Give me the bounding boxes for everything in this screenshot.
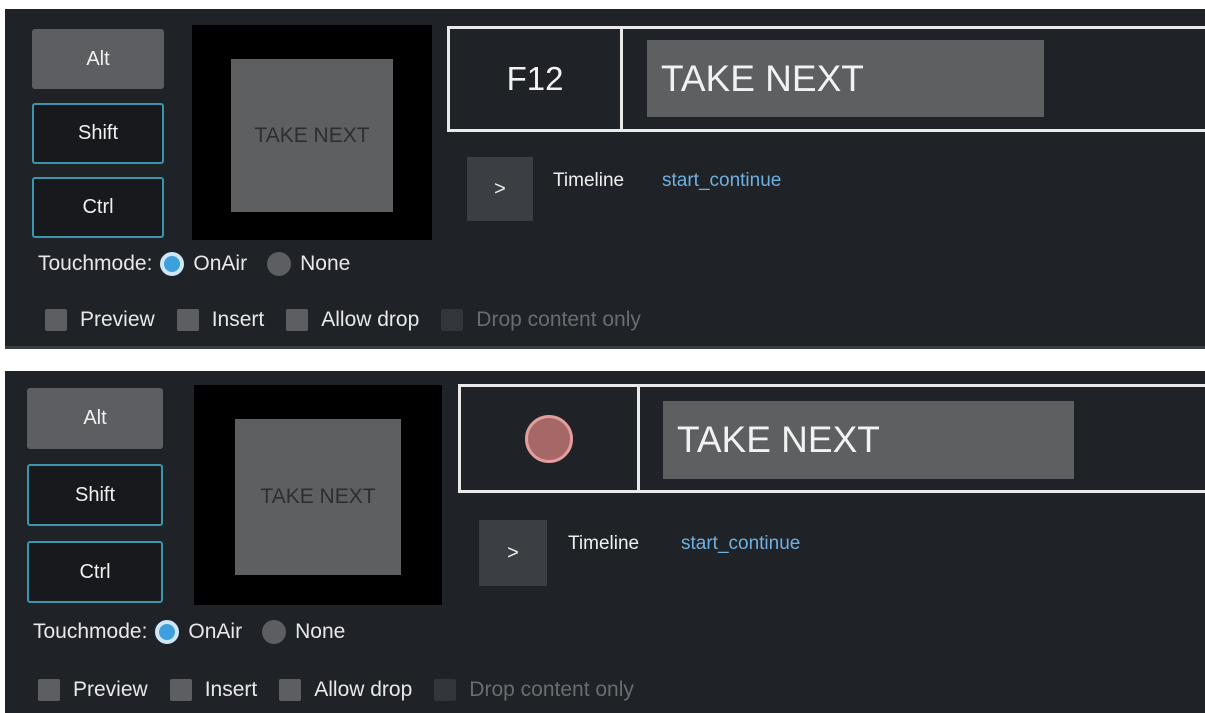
preview-checkbox-label: Preview [80,308,155,331]
alt-modifier-button[interactable]: Alt [27,388,163,449]
radio-onair[interactable]: OnAir [155,620,242,644]
checkbox-box-icon [279,679,302,701]
allow-drop-checkbox[interactable]: Allow drop [279,678,412,702]
key-record-slot [461,387,640,490]
drop-content-only-checkbox: Drop content only [441,308,641,332]
radio-unselected-icon [262,620,287,644]
checkbox-box-icon [434,679,457,701]
ctrl-modifier-button[interactable]: Ctrl [32,177,164,238]
drop-content-only-checkbox-label: Drop content only [469,678,634,701]
checkbox-box-icon [441,309,464,331]
ctrl-modifier-button[interactable]: Ctrl [27,541,163,603]
checkbox-box-icon [45,309,67,331]
drop-content-only-checkbox: Drop content only [434,678,634,702]
options-row: Preview Insert Allow drop Drop content o… [45,308,663,332]
timeline-label: Timeline [553,170,625,191]
shift-modifier-button[interactable]: Shift [27,464,163,526]
timeline-value-link[interactable]: start_continue [681,533,800,555]
touchmode-label: Touchmode: [38,252,153,275]
radio-selected-icon [155,620,180,644]
timeline-go-button[interactable]: > [479,520,547,586]
hotkey-panel-record: Alt Shift Ctrl TAKE NEXT TAKE NEXT > Tim… [5,371,1205,713]
key-name: F12 [450,29,623,129]
shift-modifier-button[interactable]: Shift [32,103,164,164]
insert-checkbox-label: Insert [204,678,258,701]
preview-checkbox-label: Preview [73,678,148,701]
key-assignment-bar: F12 TAKE NEXT [447,26,1205,132]
insert-checkbox[interactable]: Insert [176,308,265,332]
preview-thumbnail[interactable]: TAKE NEXT [194,385,442,605]
radio-onair-label: OnAir [188,620,243,643]
allow-drop-checkbox[interactable]: Allow drop [286,308,419,332]
insert-checkbox[interactable]: Insert [169,678,258,702]
allow-drop-checkbox-label: Allow drop [314,678,413,701]
alt-modifier-button[interactable]: Alt [32,29,164,89]
touchmode-label: Touchmode: [33,620,148,643]
record-icon [525,414,573,463]
hotkey-panel-f12: Alt Shift Ctrl TAKE NEXT F12 TAKE NEXT >… [5,9,1205,349]
preview-checkbox[interactable]: Preview [38,678,148,702]
radio-unselected-icon [267,252,292,276]
checkbox-box-icon [169,679,192,701]
allow-drop-checkbox-label: Allow drop [321,308,420,331]
preview-thumbnail[interactable]: TAKE NEXT [192,25,432,240]
insert-checkbox-label: Insert [211,308,265,331]
radio-selected-icon [160,252,185,276]
options-row: Preview Insert Allow drop Drop content o… [38,678,656,702]
checkbox-box-icon [286,309,309,331]
radio-none[interactable]: None [262,620,345,644]
checkbox-box-icon [176,309,199,331]
timeline-value-link[interactable]: start_continue [662,170,781,192]
touchmode-row: Touchmode: OnAir None [38,252,370,276]
radio-onair-label: OnAir [193,252,248,275]
preview-checkbox[interactable]: Preview [45,308,155,332]
timeline-label: Timeline [568,533,640,554]
touchmode-row: Touchmode: OnAir None [33,620,365,644]
radio-none-label: None [300,252,351,275]
key-assignment-bar: TAKE NEXT [458,384,1205,493]
key-action-label[interactable]: TAKE NEXT [663,401,1074,479]
radio-onair[interactable]: OnAir [160,252,247,276]
preview-label: TAKE NEXT [235,419,401,575]
preview-label: TAKE NEXT [231,59,393,212]
checkbox-box-icon [38,679,60,701]
timeline-go-button[interactable]: > [467,157,533,221]
drop-content-only-checkbox-label: Drop content only [476,308,641,331]
radio-none[interactable]: None [267,252,350,276]
key-action-label[interactable]: TAKE NEXT [647,40,1044,117]
radio-none-label: None [295,620,346,643]
